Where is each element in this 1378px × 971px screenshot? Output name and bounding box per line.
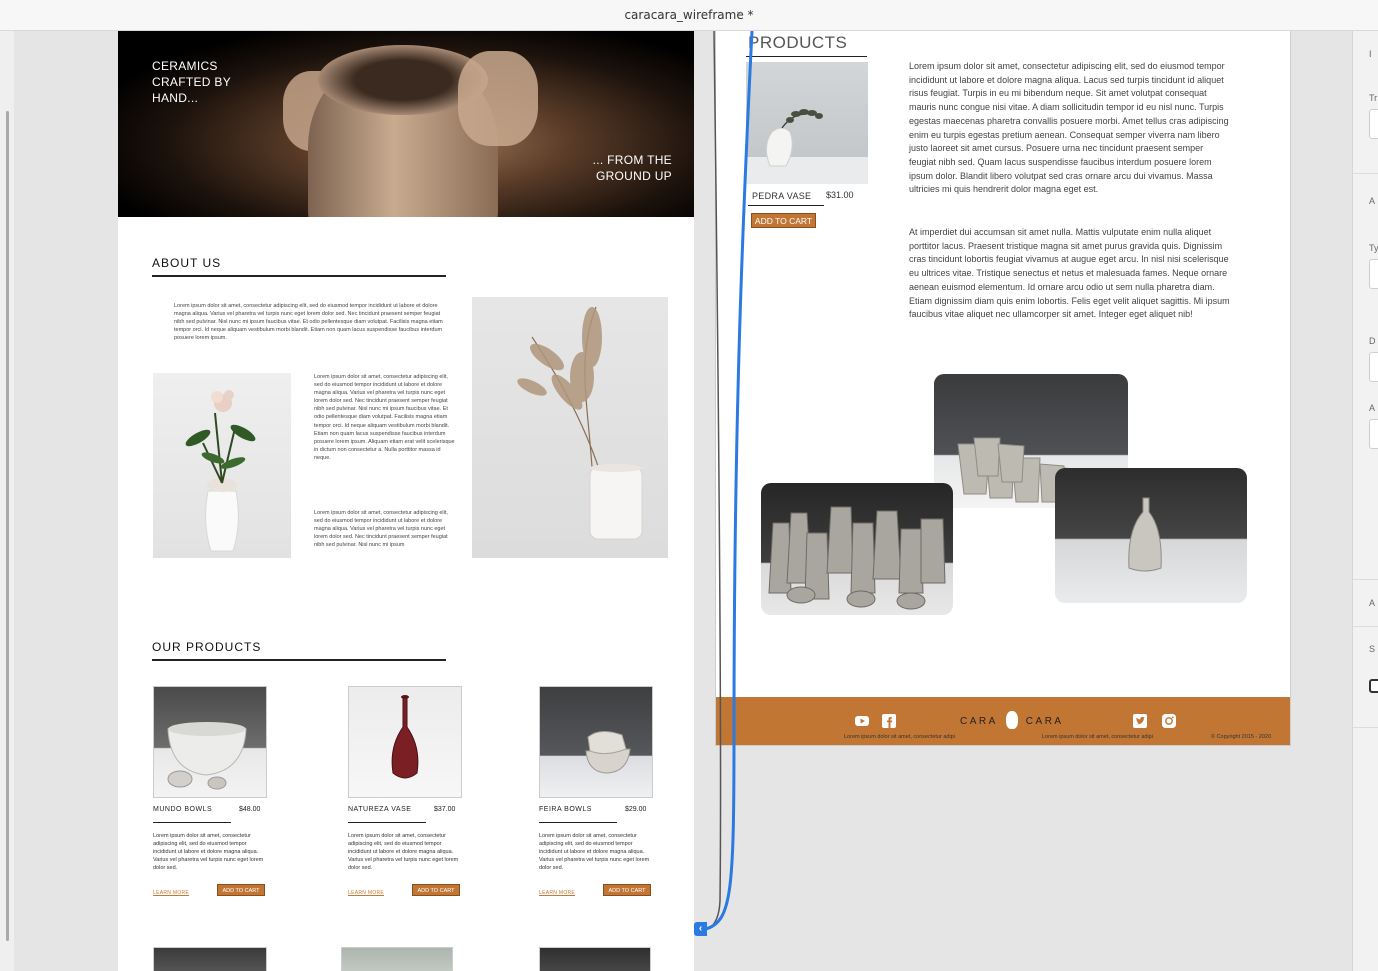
- panel-label: Tr: [1369, 93, 1378, 103]
- copyright: © Copyright 2015 - 2020: [1211, 734, 1272, 740]
- property-inspector: I Tr A Ty D A A S: [1352, 31, 1378, 971]
- gallery-image-bottle-vase[interactable]: [1055, 468, 1247, 603]
- product-image[interactable]: [153, 947, 267, 971]
- connector-handle[interactable]: ‹: [694, 922, 707, 936]
- product-name: PEDRA VASE: [752, 191, 812, 201]
- product-underline: [153, 822, 231, 823]
- panel-label: S: [1369, 644, 1376, 654]
- product-description: Lorem ipsum dolor sit amet, consectetur …: [348, 833, 459, 871]
- about-image-pampas-vase: [472, 297, 668, 558]
- products-title-underline: [152, 659, 446, 661]
- about-paragraph: Lorem ipsum dolor sit amet, consectetur …: [314, 510, 448, 549]
- about-title: ABOUT US: [152, 256, 222, 270]
- product-name: NATUREZA VASE: [348, 806, 412, 813]
- product-name: FEIRA BOWLS: [539, 806, 592, 813]
- product-price: $31.00: [826, 190, 854, 200]
- product-image[interactable]: [539, 947, 651, 971]
- title-bar: caracara_wireframe * ⌄: [0, 0, 1378, 31]
- youtube-icon[interactable]: [855, 714, 869, 728]
- product-card: NATUREZA VASE $37.00 Lorem ipsum dolor s…: [334, 686, 462, 906]
- panel-label: D: [1369, 336, 1376, 346]
- panel-label: A: [1369, 598, 1376, 608]
- product-description: Lorem ipsum dolor sit amet, consectetur …: [539, 833, 650, 871]
- add-to-cart-button[interactable]: ADD TO CART: [217, 884, 265, 896]
- add-to-cart-button[interactable]: ADD TO CART: [751, 213, 816, 228]
- product-image[interactable]: [153, 686, 267, 798]
- product-image[interactable]: [348, 686, 462, 798]
- learn-more-link[interactable]: LEARN MORE: [348, 890, 384, 896]
- prototype-connector[interactable]: [690, 31, 760, 941]
- artboard-home[interactable]: CERAMICS CRAFTED BY HAND... ... FROM THE…: [118, 31, 694, 971]
- about-image-flower-vase: [153, 373, 291, 558]
- divider: [1353, 173, 1378, 174]
- footer-tagline: Lorem ipsum dolor sit amet, consectetur …: [1042, 734, 1153, 740]
- product-card: MUNDO BOWLS $48.00 Lorem ipsum dolor sit…: [139, 686, 267, 906]
- footer-tagline: Lorem ipsum dolor sit amet, consectetur …: [844, 734, 955, 740]
- document-title[interactable]: caracara_wireframe *: [0, 8, 1378, 22]
- hero-banner: CERAMICS CRAFTED BY HAND... ... FROM THE…: [118, 31, 694, 217]
- divider: [1353, 626, 1378, 627]
- learn-more-link[interactable]: LEARN MORE: [539, 890, 575, 896]
- add-to-cart-button[interactable]: ADD TO CART: [412, 884, 460, 896]
- divider: [1353, 727, 1378, 728]
- twitter-icon[interactable]: [1133, 714, 1147, 728]
- page-title-underline: [746, 56, 867, 57]
- product-description: At imperdiet dui accumsan sit amet nulla…: [909, 227, 1230, 320]
- add-to-cart-button[interactable]: ADD TO CART: [603, 884, 651, 896]
- panel-label: I: [1369, 49, 1372, 59]
- learn-more-link[interactable]: LEARN MORE: [153, 890, 189, 896]
- product-description: Lorem ipsum dolor sit amet, consectetur …: [909, 61, 1229, 195]
- divider: [1353, 579, 1378, 580]
- product-card: FEIRA BOWLS $29.00 Lorem ipsum dolor sit…: [525, 686, 653, 906]
- product-underline: [348, 822, 426, 823]
- hero-tagline: CERAMICS CRAFTED BY HAND...: [152, 59, 231, 105]
- about-paragraph: Lorem ipsum dolor sit amet, consectetur …: [174, 303, 443, 342]
- transform-field[interactable]: [1369, 109, 1378, 139]
- product-name: MUNDO BOWLS: [153, 806, 213, 813]
- panel-label: A: [1369, 403, 1376, 413]
- product-price: $48.00: [239, 806, 261, 813]
- facebook-icon[interactable]: [882, 714, 896, 728]
- about-paragraph: Lorem ipsum dolor sit amet, consectetur …: [314, 374, 455, 461]
- product-description: Lorem ipsum dolor sit amet, consectetur …: [153, 833, 264, 871]
- chevron-down-icon[interactable]: ⌄: [735, 6, 743, 17]
- footer: CARA CARA Lorem ipsum dolor sit amet, co…: [716, 697, 1290, 745]
- hero-tagline-secondary: ... FROM THE GROUND UP: [592, 153, 672, 183]
- product-price: $37.00: [434, 806, 456, 813]
- hero-image-hand: [458, 51, 538, 146]
- product-image[interactable]: [341, 947, 453, 971]
- footer-logo[interactable]: CARA CARA: [960, 711, 1064, 729]
- instagram-icon[interactable]: [1162, 714, 1176, 728]
- product-price: $29.00: [625, 806, 647, 813]
- about-title-underline: [152, 275, 446, 277]
- panel-label: A: [1369, 196, 1376, 206]
- page-title: PRODUCTS: [748, 33, 848, 52]
- type-field[interactable]: [1369, 259, 1378, 289]
- vase-logo-icon: [1005, 711, 1018, 729]
- destination-field[interactable]: [1369, 352, 1378, 382]
- product-image-pedra-vase[interactable]: [746, 62, 868, 184]
- panel-label: Ty: [1369, 243, 1378, 253]
- checkbox[interactable]: [1369, 679, 1378, 693]
- product-image[interactable]: [539, 686, 653, 798]
- animation-field[interactable]: [1369, 419, 1378, 449]
- products-title: OUR PRODUCTS: [152, 640, 262, 654]
- vertical-scrollbar[interactable]: [6, 111, 9, 941]
- gallery-image-vase-collection[interactable]: [761, 483, 953, 615]
- left-scroll-rail: [0, 31, 14, 971]
- artboard-products[interactable]: PRODUCTS PEDRA VASE $31.00 ADD TO CART L…: [715, 31, 1291, 746]
- product-underline: [539, 822, 617, 823]
